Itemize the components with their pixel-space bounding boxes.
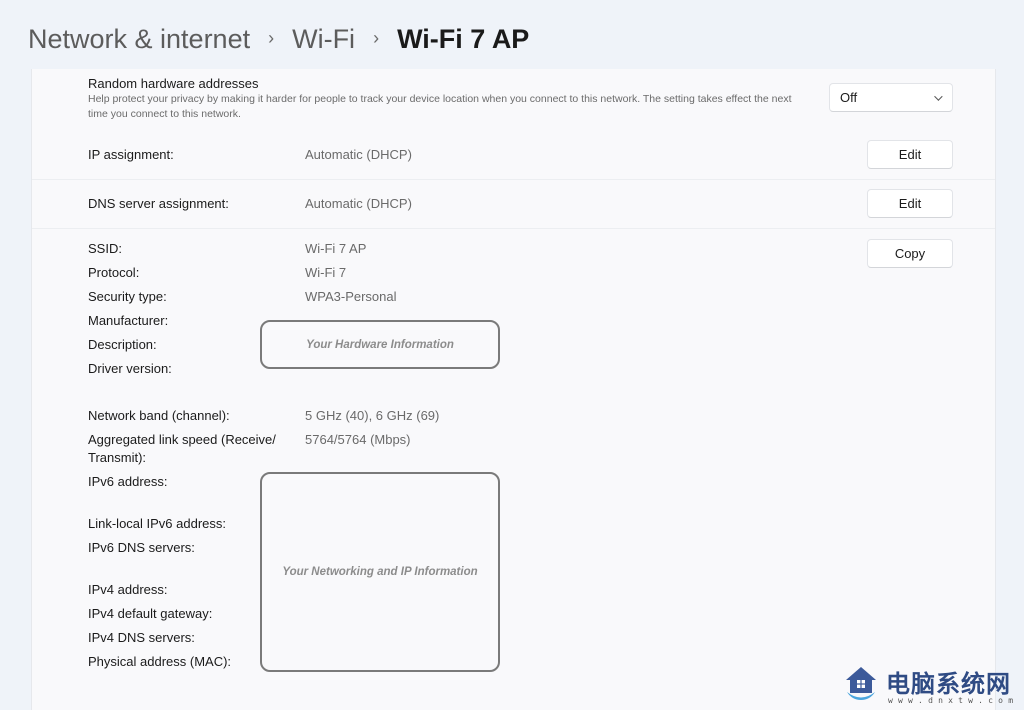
copy-properties-button[interactable]: Copy [867, 239, 953, 268]
page-title: Wi-Fi 7 AP [397, 24, 530, 54]
network-band-value: 5 GHz (40), 6 GHz (69) [305, 408, 440, 423]
ipv4-gateway-label: IPv4 default gateway: [88, 606, 213, 621]
ipv6-dns-label: IPv6 DNS servers: [88, 540, 195, 555]
divider [32, 228, 995, 229]
dns-assignment-value: Automatic (DHCP) [305, 196, 412, 211]
ip-assignment-row: IP assignment: Automatic (DHCP) Edit [32, 132, 995, 180]
security-type-value: WPA3-Personal [305, 289, 397, 304]
link-speed-label-line2: Transmit): [88, 450, 147, 465]
description-label: Description: [88, 337, 157, 352]
network-band-label: Network band (channel): [88, 408, 230, 423]
breadcrumb: Network & internet › Wi-Fi › Wi-Fi 7 AP [28, 22, 529, 56]
manufacturer-label: Manufacturer: [88, 313, 169, 328]
link-speed-label-line1: Aggregated link speed (Receive/ [88, 432, 276, 447]
security-type-label: Security type: [88, 289, 167, 304]
ip-assignment-edit-button[interactable]: Edit [867, 140, 953, 169]
dns-assignment-row: DNS server assignment: Automatic (DHCP) … [32, 180, 995, 228]
ipv6-address-label: IPv6 address: [88, 474, 168, 489]
network-properties-panel: Random hardware addresses Help protect y… [31, 69, 996, 710]
watermark-url: www.dnxtw.com [888, 696, 1019, 705]
watermark: 电脑系统网 www.dnxtw.com [840, 660, 1024, 710]
random-hardware-title: Random hardware addresses [88, 76, 259, 91]
breadcrumb-network-internet[interactable]: Network & internet [28, 22, 250, 56]
driver-version-label: Driver version: [88, 361, 172, 376]
ssid-value: Wi-Fi 7 AP [305, 241, 367, 256]
ssid-label: SSID: [88, 241, 122, 256]
watermark-text: 电脑系统网 [886, 670, 1011, 698]
network-info-placeholder: Your Networking and IP Information [260, 472, 500, 672]
ipv4-address-label: IPv4 address: [88, 582, 168, 597]
mac-address-label: Physical address (MAC): [88, 654, 232, 669]
house-logo-icon [846, 667, 876, 700]
ipv4-dns-label: IPv4 DNS servers: [88, 630, 195, 645]
link-speed-value: 5764/5764 (Mbps) [305, 432, 411, 447]
breadcrumb-chevron-icon: › [373, 28, 380, 48]
random-hardware-dropdown[interactable]: Off [829, 83, 953, 112]
random-hardware-selected: Off [840, 90, 858, 105]
breadcrumb-chevron-icon: › [268, 28, 275, 48]
ip-assignment-value: Automatic (DHCP) [305, 147, 412, 162]
hardware-info-placeholder: Your Hardware Information [260, 320, 500, 369]
link-local-ipv6-label: Link-local IPv6 address: [88, 516, 227, 531]
protocol-label: Protocol: [88, 265, 140, 280]
chevron-down-icon [934, 91, 943, 101]
random-hardware-addresses-row: Random hardware addresses Help protect y… [32, 69, 995, 132]
breadcrumb-wifi[interactable]: Wi-Fi [292, 22, 355, 56]
dns-assignment-edit-button[interactable]: Edit [867, 189, 953, 218]
ip-assignment-label: IP assignment: [88, 147, 174, 162]
random-hardware-description: Help protect your privacy by making it h… [88, 93, 792, 120]
protocol-value: Wi-Fi 7 [305, 265, 347, 280]
dns-assignment-label: DNS server assignment: [88, 196, 229, 211]
